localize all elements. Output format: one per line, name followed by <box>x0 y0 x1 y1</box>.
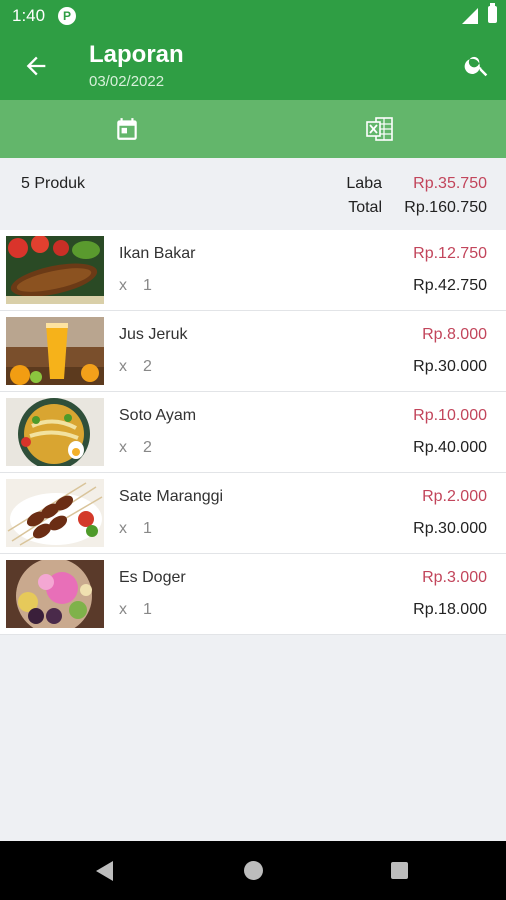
item-qty: x2 <box>119 358 152 375</box>
item-name: Soto Ayam <box>119 407 197 424</box>
excel-export-icon <box>365 117 393 141</box>
app-bar: Laporan 03/02/2022 <box>0 32 506 100</box>
ikan-bakar-image <box>6 236 104 304</box>
item-subtotal: Rp.30.000 <box>413 358 487 375</box>
search-icon[interactable] <box>463 51 491 79</box>
list-item[interactable]: Sate Maranggi x1 Rp.2.000 Rp.30.000 <box>0 473 506 554</box>
item-subtotal: Rp.18.000 <box>413 601 487 618</box>
item-qty: x1 <box>119 601 152 618</box>
item-name: Ikan Bakar <box>119 245 196 262</box>
item-subtotal: Rp.42.750 <box>413 277 487 294</box>
list-item[interactable]: Es Doger x1 Rp.3.000 Rp.18.000 <box>0 554 506 635</box>
list-item[interactable]: Soto Ayam x2 Rp.10.000 Rp.40.000 <box>0 392 506 473</box>
product-list: Ikan Bakar x1 Rp.12.750 Rp.42.750 Jus Je… <box>0 230 506 635</box>
item-qty: x2 <box>119 439 152 456</box>
system-nav-bar <box>0 841 506 900</box>
nav-back-icon[interactable] <box>96 861 113 881</box>
list-item[interactable]: Ikan Bakar x1 Rp.12.750 Rp.42.750 <box>0 230 506 311</box>
calendar-icon <box>116 118 137 140</box>
item-name: Es Doger <box>119 569 186 586</box>
item-qty: x1 <box>119 520 152 537</box>
report-date: 03/02/2022 <box>89 73 165 90</box>
nav-recents-icon[interactable] <box>391 862 408 879</box>
report-summary: 5 Produk Laba Rp.35.750 Total Rp.160.750 <box>0 158 506 230</box>
status-time: 1:40 <box>12 6 46 25</box>
notification-icon: P <box>58 7 76 25</box>
tab-calendar[interactable] <box>0 100 253 158</box>
item-profit: Rp.2.000 <box>422 488 487 505</box>
total-value: Rp.160.750 <box>404 199 487 216</box>
laba-value: Rp.35.750 <box>413 175 487 192</box>
page-title: Laporan <box>89 41 184 68</box>
item-profit: Rp.3.000 <box>422 569 487 586</box>
battery-icon <box>488 3 497 23</box>
laba-label: Laba <box>346 175 382 192</box>
nav-home-icon[interactable] <box>244 861 263 880</box>
item-subtotal: Rp.30.000 <box>413 520 487 537</box>
list-item[interactable]: Jus Jeruk x2 Rp.8.000 Rp.30.000 <box>0 311 506 392</box>
total-label: Total <box>348 199 382 216</box>
status-bar: 1:40 P <box>0 0 506 32</box>
tab-export-excel[interactable] <box>253 100 506 158</box>
arrow-left-icon[interactable] <box>22 52 50 80</box>
signal-icon <box>462 8 478 24</box>
es-doger-image <box>6 560 104 628</box>
item-profit: Rp.8.000 <box>422 326 487 343</box>
sate-maranggi-image <box>6 479 104 547</box>
tab-bar <box>0 100 506 158</box>
item-profit: Rp.12.750 <box>413 245 487 262</box>
jus-jeruk-image <box>6 317 104 385</box>
item-name: Jus Jeruk <box>119 326 188 343</box>
item-profit: Rp.10.000 <box>413 407 487 424</box>
item-name: Sate Maranggi <box>119 488 224 505</box>
product-count: 5 Produk <box>21 175 86 192</box>
soto-ayam-image <box>6 398 104 466</box>
item-subtotal: Rp.40.000 <box>413 439 487 456</box>
item-qty: x1 <box>119 277 152 294</box>
